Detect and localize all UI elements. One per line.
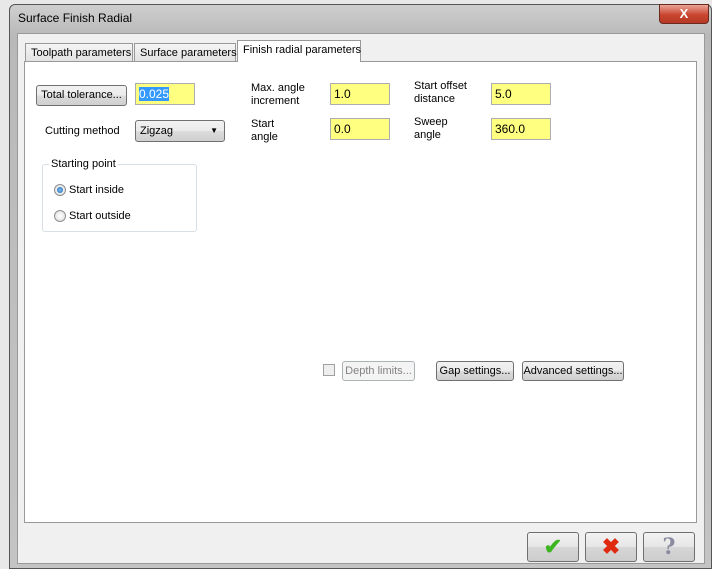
tab-surface-parameters[interactable]: Surface parameters — [134, 43, 237, 62]
depth-limits-button[interactable]: Depth limits... — [342, 361, 415, 381]
close-button[interactable]: X — [659, 4, 709, 24]
chevron-down-icon: ▼ — [210, 126, 218, 135]
start-offset-input[interactable]: 5.0 — [491, 83, 551, 105]
ok-button[interactable]: ✔ — [527, 532, 579, 562]
label-line: angle — [414, 129, 441, 141]
gap-settings-button[interactable]: Gap settings... — [436, 361, 514, 381]
cutting-method-label: Cutting method — [45, 125, 120, 137]
max-angle-input[interactable]: 1.0 — [330, 83, 390, 105]
label-line: distance — [414, 93, 455, 105]
label-line: Start offset — [414, 80, 467, 92]
start-angle-input[interactable]: 0.0 — [330, 118, 390, 140]
start-angle-label: Start angle — [251, 118, 278, 144]
start-outside-radio[interactable] — [54, 210, 66, 222]
advanced-settings-button[interactable]: Advanced settings... — [522, 361, 624, 381]
label-line: Start — [251, 118, 275, 130]
label-line: increment — [251, 95, 300, 107]
label-line: angle — [251, 131, 278, 143]
sweep-angle-input[interactable]: 360.0 — [491, 118, 551, 140]
tab-toolpath-parameters[interactable]: Toolpath parameters — [25, 43, 133, 62]
help-button[interactable]: ? — [643, 532, 695, 562]
cutting-method-select[interactable]: Zigzag ▼ — [135, 120, 225, 142]
max-angle-label: Max. angle increment — [251, 82, 305, 108]
label-line: Max. angle — [251, 82, 305, 94]
tab-finish-radial-parameters[interactable]: Finish radial parameters — [237, 40, 361, 62]
depth-limits-checkbox[interactable] — [323, 364, 335, 376]
label-line: Sweep — [414, 116, 448, 128]
total-tolerance-button[interactable]: Total tolerance... — [36, 85, 127, 106]
starting-point-title: Starting point — [49, 158, 118, 171]
window-title: Surface Finish Radial — [18, 11, 133, 25]
sweep-angle-label: Sweep angle — [414, 116, 448, 142]
checkmark-icon: ✔ — [543, 534, 563, 559]
cancel-button[interactable]: ✖ — [585, 532, 637, 562]
start-outside-label[interactable]: Start outside — [69, 210, 131, 223]
start-inside-label[interactable]: Start inside — [69, 184, 124, 197]
cutting-method-value: Zigzag — [140, 125, 174, 137]
start-inside-radio[interactable] — [54, 184, 66, 196]
total-tolerance-input[interactable]: 0.025 — [135, 83, 195, 105]
x-icon: ✖ — [601, 534, 621, 559]
question-icon: ? — [662, 534, 676, 560]
selected-text: 0.025 — [139, 87, 170, 101]
start-offset-label: Start offset distance — [414, 80, 467, 106]
